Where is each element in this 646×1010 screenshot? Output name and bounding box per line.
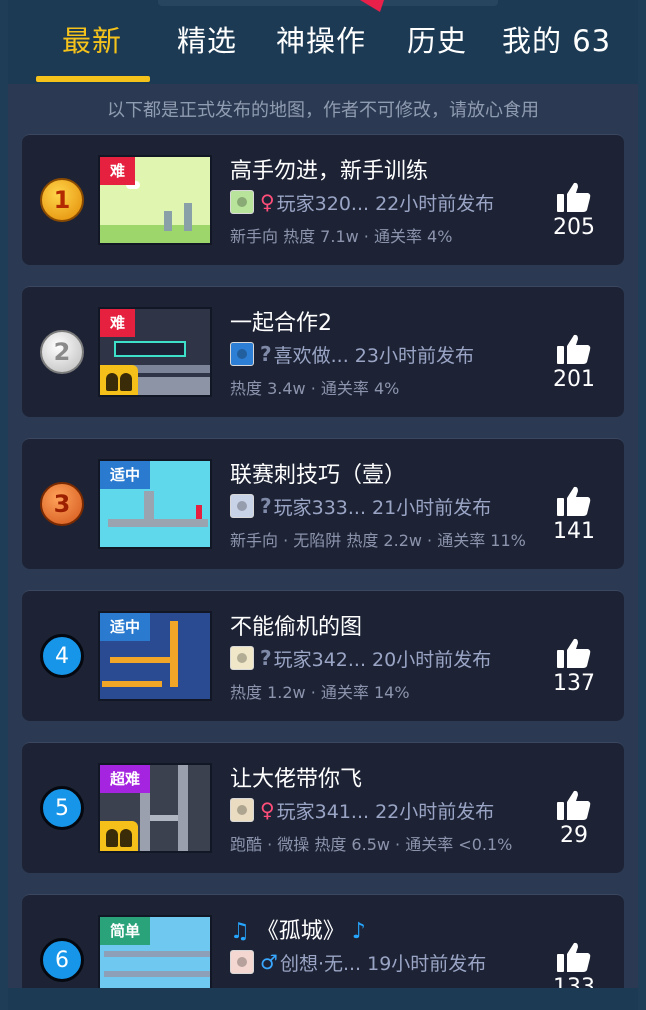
tab-bar: 最新 精选 神操作 历史 我的 63 (8, 0, 638, 84)
map-thumbnail[interactable]: 适中 (98, 459, 212, 549)
rank-medal-silver: 2 (40, 330, 84, 374)
bottom-bar (8, 988, 638, 1010)
author-and-time: 玩家320... 22小时前发布 (276, 192, 495, 215)
map-title: 让大佬带你飞 (230, 767, 363, 792)
thumbs-up-icon (557, 942, 591, 972)
co-op-icon (100, 365, 138, 395)
thumbs-up-icon (557, 486, 591, 516)
map-thumbnail[interactable]: 难 (98, 307, 212, 397)
rank-number: 4 (40, 634, 84, 678)
like-button[interactable]: 201 (544, 333, 604, 392)
author-row: ♀ 玩家320... 22小时前发布 (230, 189, 494, 215)
author-avatar[interactable] (230, 190, 254, 214)
map-card[interactable]: 5 超难 让大佬带你飞 ♀ 玩家341... 22小时前发布 跑酷 · 微操 热… (22, 742, 624, 873)
author-row: ? 喜欢做... 23小时前发布 (230, 341, 474, 367)
author-row: ♂ 创想·无... 19小时前发布 (230, 949, 486, 975)
red-pointer-icon (360, 0, 384, 12)
male-icon: ♂ (260, 950, 278, 974)
map-list: 以下都是正式发布的地图，作者不可修改，请放心食用 1 难 高手勿进，新手训练 ♀… (8, 84, 638, 1010)
like-button[interactable]: 141 (544, 485, 604, 544)
music-note-icon: ♫ (230, 919, 250, 944)
author-and-time: 玩家333... 21小时前发布 (273, 496, 492, 519)
unknown-gender-icon: ? (260, 494, 272, 518)
map-thumbnail[interactable]: 难 (98, 155, 212, 245)
map-card[interactable]: 2 难 一起合作2 ? 喜欢做... 23小时前发布 热度 3.4w · 通关率… (22, 286, 624, 417)
author-row: ? 玩家333... 21小时前发布 (230, 493, 491, 519)
like-count: 29 (560, 823, 588, 848)
tab-god-play[interactable]: 神操作 (276, 18, 366, 60)
map-card[interactable]: 3 适中 联赛刺技巧（壹） ? 玩家333... 21小时前发布 新手向 · 无… (22, 438, 624, 569)
map-title-text: 《孤城》 (256, 919, 345, 944)
active-tab-indicator (36, 76, 150, 82)
author-and-time: 创想·无... 19小时前发布 (279, 952, 487, 975)
author-avatar[interactable] (230, 494, 254, 518)
rank-number: 5 (40, 786, 84, 830)
notice-text: 以下都是正式发布的地图，作者不可修改，请放心食用 (107, 100, 539, 121)
frame-left (0, 0, 8, 1010)
difficulty-badge: 适中 (100, 613, 151, 641)
difficulty-badge: 适中 (100, 461, 151, 489)
map-thumbnail[interactable]: 适中 (98, 611, 212, 701)
map-title: ♫ 《孤城》 ♪ (230, 913, 366, 945)
author-and-time: 喜欢做... 23小时前发布 (273, 344, 474, 367)
difficulty-badge: 难 (100, 309, 136, 337)
map-stats: 热度 3.4w · 通关率 4% (230, 379, 400, 398)
thumbs-up-icon (557, 790, 591, 820)
female-icon: ♀ (260, 798, 275, 822)
top-decoration (158, 0, 498, 6)
female-icon: ♀ (260, 190, 275, 214)
map-thumbnail[interactable]: 超难 (98, 763, 212, 853)
like-button[interactable]: 137 (544, 637, 604, 696)
thumbs-up-icon (557, 638, 591, 668)
map-stats: 新手向 · 无陷阱 热度 2.2w · 通关率 11% (230, 531, 526, 550)
like-count: 141 (553, 519, 595, 544)
like-count: 201 (553, 367, 595, 392)
map-title: 不能偷机的图 (230, 615, 363, 640)
rank-number: 6 (40, 938, 84, 982)
author-and-time: 玩家341... 22小时前发布 (276, 800, 495, 823)
map-title: 一起合作2 (230, 311, 332, 336)
map-stats: 跑酷 · 微操 热度 6.5w · 通关率 <0.1% (230, 835, 513, 854)
rank-medal-bronze: 3 (40, 482, 84, 526)
author-avatar[interactable] (230, 646, 254, 670)
author-row: ? 玩家342... 20小时前发布 (230, 645, 491, 671)
author-and-time: 玩家342... 20小时前发布 (273, 648, 492, 671)
unknown-gender-icon: ? (260, 646, 272, 670)
thumbs-up-icon (557, 334, 591, 364)
author-row: ♀ 玩家341... 22小时前发布 (230, 797, 494, 823)
co-op-icon (100, 821, 138, 851)
thumbs-up-icon (557, 182, 591, 212)
music-notes-icon: ♪ (351, 919, 366, 944)
map-card[interactable]: 4 适中 不能偷机的图 ? 玩家342... 20小时前发布 热度 1.2w ·… (22, 590, 624, 721)
map-title: 高手勿进，新手训练 (230, 159, 429, 184)
map-card[interactable]: 1 难 高手勿进，新手训练 ♀ 玩家320... 22小时前发布 新手向 热度 … (22, 134, 624, 265)
rank-medal-gold: 1 (40, 178, 84, 222)
map-title: 联赛刺技巧（壹） (230, 463, 407, 488)
tab-featured[interactable]: 精选 (177, 18, 237, 60)
tab-history[interactable]: 历史 (407, 18, 467, 60)
like-button[interactable]: 205 (544, 181, 604, 240)
difficulty-badge: 超难 (100, 765, 151, 793)
map-stats: 新手向 热度 7.1w · 通关率 4% (230, 227, 453, 246)
tab-latest[interactable]: 最新 (62, 18, 122, 60)
like-count: 205 (553, 215, 595, 240)
frame-right (638, 0, 646, 1010)
author-avatar[interactable] (230, 798, 254, 822)
author-avatar[interactable] (230, 342, 254, 366)
tab-mine[interactable]: 我的 63 (502, 18, 611, 60)
unknown-gender-icon: ? (260, 342, 272, 366)
like-count: 137 (553, 671, 595, 696)
difficulty-badge: 简单 (100, 917, 151, 945)
difficulty-badge: 难 (100, 157, 136, 185)
author-avatar[interactable] (230, 950, 254, 974)
map-stats: 热度 1.2w · 通关率 14% (230, 683, 410, 702)
like-button[interactable]: 29 (544, 789, 604, 848)
